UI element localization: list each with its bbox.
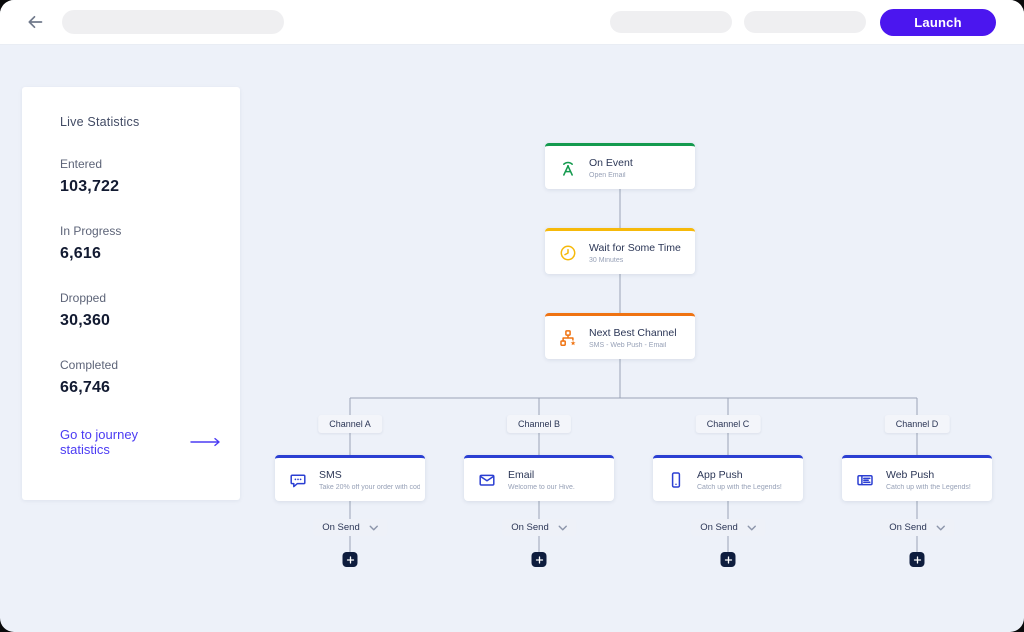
stat-value-dropped: 30,360 — [60, 312, 111, 329]
node-text: Web Push Catch up with the Legends! — [886, 469, 976, 491]
top-bar: Launch — [0, 0, 1024, 45]
channel-label: Channel C — [695, 415, 761, 433]
node-subtitle: SMS - Web Push - Email — [589, 341, 667, 349]
channel-label: Channel D — [884, 415, 950, 433]
chevron-down-icon — [936, 525, 945, 531]
stat-label-completed: Completed — [60, 358, 119, 372]
node-text: Email Welcome to our Hive. — [508, 469, 580, 491]
channel-label: Channel B — [506, 415, 572, 433]
branch-channel-c: Channel C App Push Catch up with the Leg… — [653, 415, 803, 575]
add-node-button[interactable] — [531, 552, 547, 567]
node-title: Wait for Some Time — [589, 241, 681, 254]
node-title: Next Best Channel — [589, 326, 677, 339]
on-send-label: On Send — [889, 522, 927, 533]
browser-icon — [855, 470, 875, 490]
toolbar-placeholder-1 — [610, 11, 732, 33]
node-subtitle: Welcome to our Hive. — [508, 483, 575, 491]
stat-value-entered: 103,722 — [60, 178, 120, 195]
journey-statistics-link[interactable]: Go to journey statistics — [60, 427, 222, 457]
launch-button[interactable]: Launch — [880, 8, 996, 36]
node-subtitle: Catch up with the Legends! — [697, 483, 782, 491]
node-text: Next Best Channel SMS - Web Push - Email — [589, 327, 682, 349]
journey-statistics-link-label: Go to journey statistics — [60, 427, 139, 457]
node-title: Web Push — [886, 468, 935, 481]
plus-icon — [724, 555, 732, 564]
panel-title: Live Statistics — [60, 115, 140, 129]
chat-bubble-icon — [288, 470, 308, 490]
arrow-right-icon — [190, 437, 222, 447]
stat-label-entered: Entered — [60, 157, 103, 171]
clock-icon — [558, 243, 578, 263]
org-chart-star-icon — [558, 328, 578, 348]
toolbar-placeholder-2 — [744, 11, 866, 33]
on-send-label: On Send — [700, 522, 738, 533]
node-title: Email — [508, 468, 535, 481]
back-button[interactable] — [22, 9, 48, 35]
on-send-dropdown[interactable]: On Send — [313, 519, 387, 536]
journey-title-placeholder — [62, 10, 284, 34]
chevron-down-icon — [558, 525, 567, 531]
node-email[interactable]: Email Welcome to our Hive. — [464, 455, 614, 501]
node-subtitle: Catch up with the Legends! — [886, 483, 971, 491]
stat-value-in-progress: 6,616 — [60, 245, 102, 262]
on-send-dropdown[interactable]: On Send — [880, 519, 954, 536]
node-wait[interactable]: Wait for Some Time 30 Minutes — [545, 228, 695, 274]
branch-channel-a: Channel A SMS Take 20% off your order wi… — [275, 415, 425, 575]
chevron-down-icon — [747, 525, 756, 531]
on-send-dropdown[interactable]: On Send — [502, 519, 576, 536]
add-node-button[interactable] — [720, 552, 736, 567]
arrow-left-icon — [25, 12, 45, 32]
on-send-label: On Send — [511, 522, 549, 533]
node-text: SMS Take 20% off your order with code ..… — [319, 469, 425, 491]
node-title: On Event — [589, 156, 633, 169]
node-title: SMS — [319, 468, 342, 481]
node-text: App Push Catch up with the Legends! — [697, 469, 787, 491]
smartphone-icon — [666, 470, 686, 490]
stat-label-in-progress: In Progress — [60, 224, 122, 238]
node-text: On Event Open Email — [589, 157, 638, 179]
node-web-push[interactable]: Web Push Catch up with the Legends! — [842, 455, 992, 501]
node-next-best-channel[interactable]: Next Best Channel SMS - Web Push - Email — [545, 313, 695, 359]
node-subtitle: Take 20% off your order with code ... — [319, 483, 420, 491]
add-node-button[interactable] — [909, 552, 925, 567]
stat-value-completed: 66,746 — [60, 379, 111, 396]
branch-channel-d: Channel D Web Push Catch up with the Leg… — [842, 415, 992, 575]
node-app-push[interactable]: App Push Catch up with the Legends! — [653, 455, 803, 501]
stat-label-dropped: Dropped — [60, 291, 107, 305]
node-subtitle: 30 Minutes — [589, 256, 624, 264]
envelope-icon — [477, 470, 497, 490]
journey-canvas[interactable]: Live Statistics Entered 103,722 In Progr… — [0, 45, 1024, 632]
on-send-label: On Send — [322, 522, 360, 533]
plus-icon — [913, 555, 921, 564]
branch-channel-b: Channel B Email Welcome to our Hive. On … — [464, 415, 614, 575]
channel-label: Channel A — [318, 415, 382, 433]
antenna-icon — [558, 158, 578, 178]
app-window: Launch Live Statistics Entered 103,722 I… — [0, 0, 1024, 632]
live-statistics-panel: Live Statistics Entered 103,722 In Progr… — [22, 87, 240, 500]
node-text: Wait for Some Time 30 Minutes — [589, 242, 686, 264]
chevron-down-icon — [369, 525, 378, 531]
on-send-dropdown[interactable]: On Send — [691, 519, 765, 536]
node-subtitle: Open Email — [589, 171, 626, 179]
plus-icon — [535, 555, 543, 564]
node-title: App Push — [697, 468, 743, 481]
plus-icon — [346, 555, 354, 564]
node-sms[interactable]: SMS Take 20% off your order with code ..… — [275, 455, 425, 501]
node-on-event[interactable]: On Event Open Email — [545, 143, 695, 189]
add-node-button[interactable] — [342, 552, 358, 567]
